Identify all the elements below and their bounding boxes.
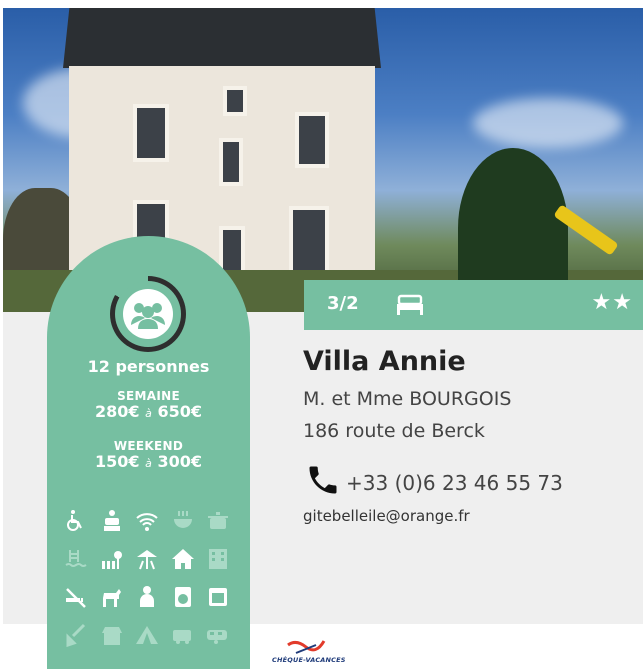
no-smoking-icon [63,584,89,610]
house-icon [170,546,196,572]
star-rating: ★★ [591,290,633,315]
rooms-count: 3/2 [327,293,359,314]
capacity-ring [110,276,186,352]
weekend-price-from: 150€ [95,452,140,471]
garden-icon [99,546,125,572]
capacity-text: 12 personnes [87,357,210,376]
capacity-price-column: 12 personnes SEMAINE 280€ à 650€ WEEKEND… [47,236,250,669]
washing-machine-icon [170,584,196,610]
owner-name: M. et Mme BOURGOIS [303,388,512,410]
weekend-price-separator: à [145,457,152,470]
amenities-grid [63,502,243,654]
tv-icon [205,584,231,610]
group-icon [123,289,173,339]
weekend-price: 150€ à 300€ [47,452,250,471]
week-label: SEMAINE [117,389,180,403]
week-price-to: 650€ [157,402,202,421]
cheque-vacances-text: CHÈQUE-VACANCES [272,656,346,664]
building-icon [205,546,231,572]
week-price-from: 280€ [95,402,140,421]
weekend-label: WEEKEND [113,439,184,453]
caravan-icon [205,622,231,648]
pets-icon [99,584,125,610]
playground-icon [134,546,160,572]
cheque-vacances-logo: CHÈQUE-VACANCES [272,639,362,667]
cooking-pot-icon [205,508,231,534]
shop-icon [99,622,125,648]
pool-icon [63,546,89,572]
address: 186 route de Berck [303,420,485,442]
week-price: 280€ à 650€ [47,402,250,421]
rooms-rating-bar: 3/2 ★★ [304,280,643,330]
cleaning-person-icon [134,584,160,610]
bed-icon [396,294,424,320]
tent-icon [134,622,160,648]
bbq-icon [170,508,196,534]
wheelchair-icon [63,508,89,534]
phone-number[interactable]: +33 (0)6 23 46 55 73 [346,471,563,495]
camper-icon [170,622,196,648]
week-price-separator: à [145,407,152,420]
cleaning-icon [63,622,89,648]
phone-icon [305,462,341,502]
weekend-price-to: 300€ [157,452,202,471]
email-link[interactable]: gitebelleile@orange.fr [303,507,470,525]
family-pack-icon [99,508,125,534]
wifi-icon [134,508,160,534]
listing-title: Villa Annie [303,346,466,377]
